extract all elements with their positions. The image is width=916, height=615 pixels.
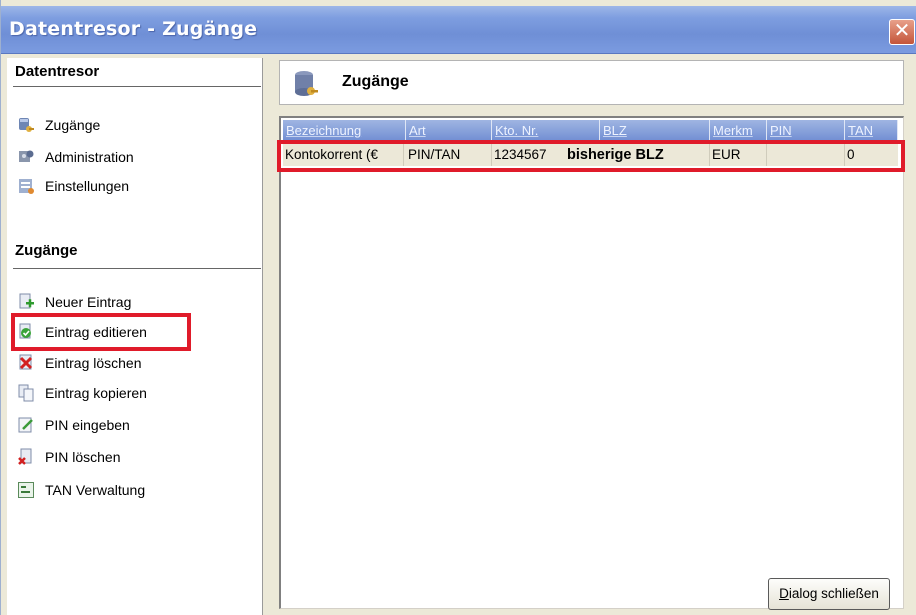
sidebar-item-label: Einstellungen [45, 178, 130, 194]
sidebar-item-pin-eingeben[interactable]: PIN eingeben [17, 413, 130, 437]
settings-list-icon [19, 179, 34, 194]
pin-enter-icon [18, 417, 33, 433]
close-icon[interactable]: ✕ [889, 19, 915, 45]
column-header-art[interactable]: Art [406, 120, 492, 142]
copy-entry-icon [18, 384, 34, 402]
close-dialog-button[interactable]: Dialog schließen [768, 578, 890, 610]
column-header-merkmal[interactable]: Merkm [710, 120, 767, 142]
column-header-tan[interactable]: TAN [845, 120, 898, 142]
sidebar-section-zugaenge: Zugänge [15, 242, 78, 259]
panel-header: Zugänge [279, 60, 904, 105]
column-header-blz[interactable]: BLZ [600, 120, 710, 142]
sidebar-item-pin-loeschen[interactable]: PIN löschen [17, 445, 120, 469]
column-header-bezeichnung[interactable]: Bezeichnung [283, 120, 406, 142]
cell-art: PIN/TAN [406, 144, 492, 166]
cell-merkmal: EUR [710, 144, 767, 166]
edit-entry-icon [19, 323, 31, 339]
sidebar-item-eintrag-kopieren[interactable]: Eintrag kopieren [17, 381, 147, 405]
database-key-icon [19, 118, 34, 132]
gear-puzzle-icon [19, 150, 34, 162]
divider [13, 268, 261, 269]
sidebar: Datentresor Zugänge Administration Einst… [7, 58, 263, 615]
cell-tan: 0 [847, 147, 855, 162]
entries-table[interactable]: Bezeichnung Art Kto. Nr. BLZ Merkm PIN T… [277, 116, 905, 609]
dialog-window: Datentresor - Zugänge ✕ Datentresor Zugä… [0, 0, 916, 615]
divider [13, 86, 261, 87]
database-key-icon [295, 71, 318, 96]
column-header-pin[interactable]: PIN [767, 120, 845, 142]
window-title: Datentresor - Zugänge [9, 18, 258, 40]
title-bar[interactable]: Datentresor - Zugänge ✕ [1, 6, 916, 54]
cell-blz: bisherige BLZ [565, 144, 710, 166]
sidebar-item-label: Administration [45, 149, 134, 165]
column-header-kto-nr[interactable]: Kto. Nr. [492, 120, 600, 142]
page-title: Zugänge [342, 73, 409, 90]
sidebar-item-label: Eintrag löschen [45, 355, 142, 371]
sidebar-item-neuer-eintrag[interactable]: Neuer Eintrag [17, 290, 131, 314]
sidebar-item-einstellungen[interactable]: Einstellungen [17, 174, 129, 198]
sidebar-item-label: Eintrag editieren [45, 324, 147, 340]
sidebar-item-eintrag-editieren[interactable]: Eintrag editieren [17, 320, 147, 344]
sidebar-item-zugaenge[interactable]: Zugänge [17, 113, 100, 137]
cell-bezeichnung: Kontokorrent (€ [283, 144, 404, 166]
sidebar-item-label: TAN Verwaltung [45, 482, 146, 498]
sidebar-item-label: Eintrag kopieren [45, 385, 147, 401]
sidebar-section-datentresor: Datentresor [15, 63, 100, 80]
new-entry-icon [19, 293, 34, 309]
sidebar-item-tan-verwaltung[interactable]: TAN Verwaltung [17, 478, 145, 502]
sidebar-item-eintrag-loeschen[interactable]: Eintrag löschen [17, 351, 142, 375]
pin-delete-icon [18, 448, 32, 465]
cell-kto-nr: 1234567 [494, 147, 547, 162]
cell-pin [767, 144, 845, 166]
main-panel: Zugänge Bezeichnung Art Kto. Nr. BLZ Mer… [265, 58, 916, 615]
delete-entry-icon [19, 354, 33, 370]
sidebar-item-label: Neuer Eintrag [45, 294, 132, 310]
sidebar-item-label: Zugänge [45, 117, 101, 133]
sidebar-item-label: PIN eingeben [45, 417, 130, 433]
tan-management-icon [18, 482, 34, 498]
table-row[interactable]: Kontokorrent (€ PIN/TAN 1234567 bisherig… [283, 144, 898, 166]
sidebar-item-label: PIN löschen [45, 449, 121, 465]
sidebar-item-administration[interactable]: Administration [17, 145, 134, 169]
